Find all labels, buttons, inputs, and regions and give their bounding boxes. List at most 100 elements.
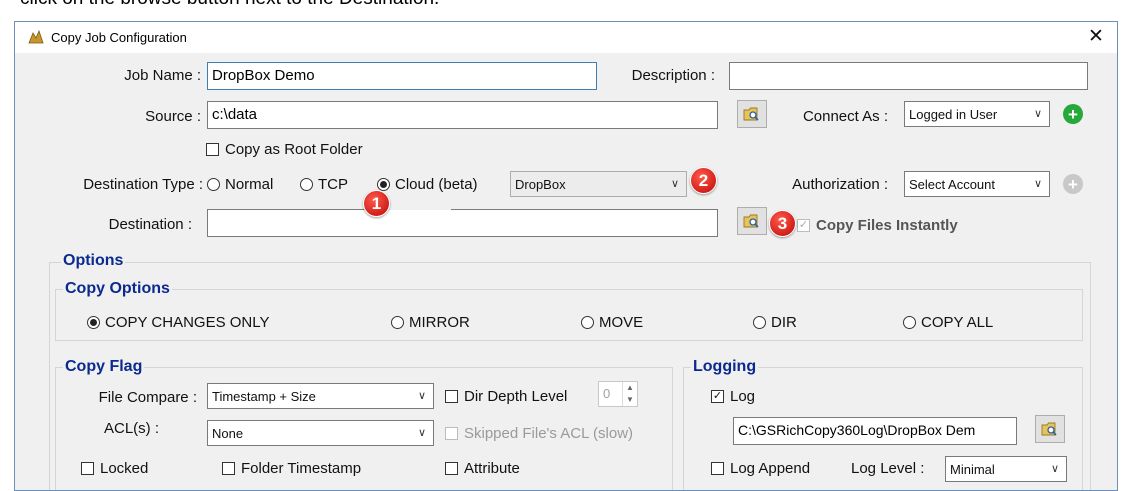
callout-badge-3: 3 bbox=[769, 210, 796, 237]
destination-type-tcp-radio[interactable]: TCP bbox=[300, 176, 348, 193]
file-compare-value: Timestamp + Size bbox=[212, 389, 316, 404]
radio-label: TCP bbox=[318, 176, 348, 193]
checkbox-box: ✓ bbox=[797, 219, 810, 232]
add-connection-icon[interactable]: + bbox=[1063, 104, 1083, 124]
copy-as-root-label: Copy as Root Folder bbox=[225, 141, 363, 158]
file-compare-label: File Compare : bbox=[98, 389, 197, 406]
authorization-label: Authorization : bbox=[792, 176, 888, 193]
copy-option-mirror-radio[interactable]: MIRROR bbox=[391, 314, 470, 331]
log-append-checkbox[interactable]: Log Append bbox=[711, 460, 810, 477]
spin-arrows-icon[interactable]: ▲ ▼ bbox=[622, 382, 637, 406]
checkbox-box bbox=[445, 427, 458, 440]
checkbox-box bbox=[81, 462, 94, 475]
file-compare-select[interactable]: Timestamp + Size ∨ bbox=[207, 383, 434, 409]
copy-files-instantly-label: Copy Files Instantly bbox=[816, 217, 958, 234]
folder-search-icon bbox=[1041, 422, 1057, 436]
destination-type-label: Destination Type : bbox=[83, 176, 203, 193]
copy-as-root-checkbox[interactable]: Copy as Root Folder bbox=[206, 141, 363, 158]
authorization-select[interactable]: Select Account ∨ bbox=[904, 171, 1050, 197]
log-browse-button[interactable] bbox=[1035, 415, 1065, 443]
locked-checkbox[interactable]: Locked bbox=[81, 460, 148, 477]
destination-input[interactable] bbox=[207, 209, 718, 237]
connect-as-select[interactable]: Logged in User ∨ bbox=[904, 101, 1050, 127]
acls-value: None bbox=[212, 426, 244, 441]
chevron-down-icon: ∨ bbox=[417, 427, 426, 439]
dir-depth-label: Dir Depth Level bbox=[464, 388, 568, 405]
attribute-checkbox[interactable]: Attribute bbox=[445, 460, 520, 477]
source-input[interactable]: c:\data bbox=[207, 101, 718, 129]
checkbox-box bbox=[222, 462, 235, 475]
copy-option-dir-radio[interactable]: DIR bbox=[753, 314, 797, 331]
folder-timestamp-checkbox[interactable]: Folder Timestamp bbox=[222, 460, 361, 477]
radio-dot bbox=[377, 178, 390, 191]
description-label: Description : bbox=[631, 67, 715, 84]
chevron-down-icon: ∨ bbox=[1050, 463, 1059, 475]
radio-label: COPY ALL bbox=[921, 314, 994, 331]
log-checkbox[interactable]: ✓ Log bbox=[711, 388, 755, 405]
folder-search-icon bbox=[743, 107, 759, 121]
radio-dot bbox=[300, 178, 313, 191]
checkbox-box bbox=[206, 143, 219, 156]
radio-dot bbox=[391, 316, 404, 329]
radio-label: DIR bbox=[771, 314, 797, 331]
chevron-down-icon: ∨ bbox=[1033, 178, 1042, 190]
connect-as-label: Connect As : bbox=[802, 108, 888, 125]
attribute-label: Attribute bbox=[464, 460, 520, 477]
job-name-label: Job Name : bbox=[124, 67, 201, 84]
chevron-down-icon: ∨ bbox=[417, 390, 426, 402]
acls-select[interactable]: None ∨ bbox=[207, 420, 434, 446]
cloud-provider-value: DropBox bbox=[515, 177, 566, 192]
skipped-acl-label: Skipped File's ACL (slow) bbox=[464, 425, 634, 442]
dir-depth-value: 0 bbox=[603, 386, 611, 401]
locked-label: Locked bbox=[100, 460, 149, 477]
checkbox-box bbox=[445, 462, 458, 475]
radio-dot bbox=[207, 178, 220, 191]
connect-as-value: Logged in User bbox=[909, 107, 998, 122]
window-title: Copy Job Configuration bbox=[51, 30, 187, 45]
destination-type-cloud-radio[interactable]: Cloud (beta) bbox=[377, 176, 478, 193]
destination-browse-button[interactable] bbox=[737, 207, 767, 235]
skipped-acl-checkbox: Skipped File's ACL (slow) bbox=[445, 425, 633, 442]
destination-type-normal-radio[interactable]: Normal bbox=[207, 176, 273, 193]
copy-option-changes-only-radio[interactable]: COPY CHANGES ONLY bbox=[87, 314, 270, 331]
source-label: Source : bbox=[145, 108, 201, 125]
options-title: Options bbox=[61, 252, 126, 270]
dir-depth-checkbox[interactable]: Dir Depth Level bbox=[445, 388, 567, 405]
callout-badge-2: 2 bbox=[690, 167, 717, 194]
copy-option-move-radio[interactable]: MOVE bbox=[581, 314, 643, 331]
destination-label: Destination : bbox=[108, 216, 192, 233]
dir-depth-stepper[interactable]: 0 ▲ ▼ bbox=[598, 381, 638, 407]
checkbox-box bbox=[445, 390, 458, 403]
source-browse-button[interactable] bbox=[737, 100, 767, 128]
cloud-provider-select[interactable]: DropBox ∨ bbox=[510, 171, 687, 197]
folder-timestamp-label: Folder Timestamp bbox=[241, 460, 362, 477]
log-append-label: Log Append bbox=[730, 460, 811, 477]
radio-dot bbox=[581, 316, 594, 329]
radio-label: Normal bbox=[225, 176, 274, 193]
copy-option-copy-all-radio[interactable]: COPY ALL bbox=[903, 314, 993, 331]
chevron-down-icon: ∨ bbox=[1033, 108, 1042, 120]
radio-dot bbox=[903, 316, 916, 329]
radio-label: MIRROR bbox=[409, 314, 470, 331]
instruction-caption: click on the browse button next to the D… bbox=[20, 0, 439, 10]
checkbox-box: ✓ bbox=[711, 390, 724, 403]
radio-dot bbox=[753, 316, 766, 329]
add-account-icon: + bbox=[1063, 174, 1083, 194]
logging-title: Logging bbox=[691, 358, 759, 376]
log-path-input[interactable]: C:\GSRichCopy360Log\DropBox Dem bbox=[733, 417, 1017, 445]
radio-dot bbox=[87, 316, 100, 329]
close-icon[interactable]: ✕ bbox=[1084, 25, 1108, 49]
copy-files-instantly-checkbox[interactable]: ✓ Copy Files Instantly bbox=[797, 217, 958, 234]
copy-flag-title: Copy Flag bbox=[63, 358, 145, 376]
checkbox-box bbox=[711, 462, 724, 475]
app-icon bbox=[27, 29, 45, 45]
job-name-input[interactable]: DropBox Demo bbox=[207, 62, 597, 90]
folder-search-icon bbox=[743, 214, 759, 228]
title-bar: Copy Job Configuration ✕ bbox=[15, 22, 1117, 53]
description-input[interactable] bbox=[729, 62, 1088, 90]
log-level-label: Log Level : bbox=[851, 460, 925, 477]
radio-label: COPY CHANGES ONLY bbox=[105, 314, 270, 331]
log-level-select[interactable]: Minimal ∨ bbox=[945, 456, 1067, 482]
log-level-value: Minimal bbox=[950, 462, 995, 477]
radio-label: Cloud (beta) bbox=[395, 176, 478, 193]
